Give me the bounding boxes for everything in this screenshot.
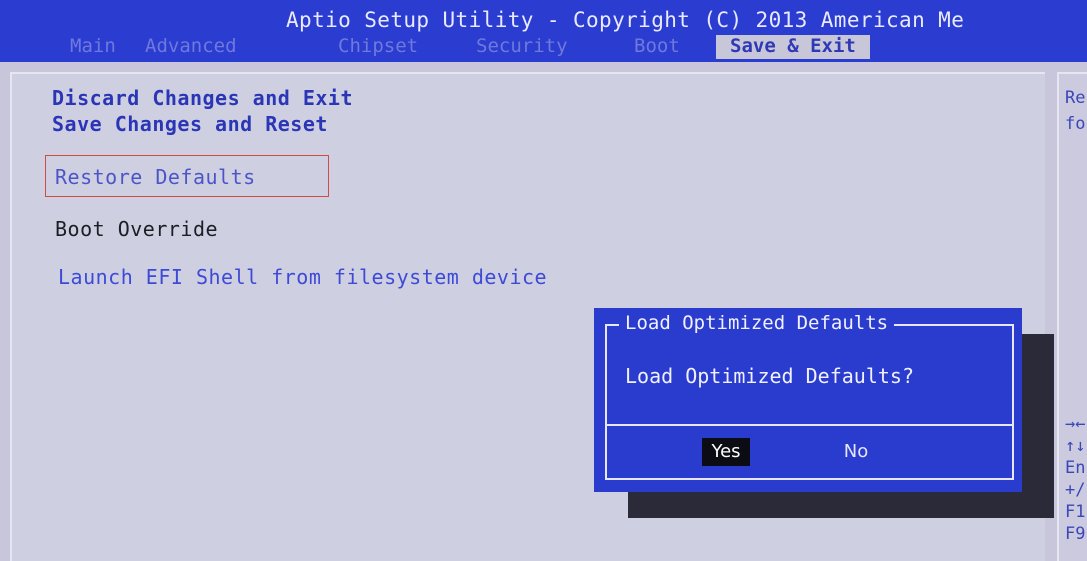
- help-line: F1: [1065, 502, 1086, 522]
- yes-button[interactable]: Yes: [702, 438, 750, 466]
- menu-item-discard-changes-exit[interactable]: Discard Changes and Exit: [52, 86, 353, 110]
- header-bar: Aptio Setup Utility - Copyright (C) 2013…: [0, 0, 1087, 62]
- dialog-border-left: [605, 324, 607, 479]
- dialog-border-right: [1012, 324, 1014, 479]
- tab-save-exit[interactable]: Save & Exit: [716, 35, 870, 59]
- tab-security[interactable]: Security: [476, 35, 568, 59]
- menu-item-restore-defaults[interactable]: Restore Defaults: [55, 165, 256, 189]
- tab-main[interactable]: Main: [70, 35, 116, 59]
- bios-screen: Aptio Setup Utility - Copyright (C) 2013…: [0, 0, 1087, 561]
- help-line: F9: [1065, 524, 1086, 544]
- help-line: ↑↓: [1065, 436, 1086, 456]
- tab-boot[interactable]: Boot: [634, 35, 680, 59]
- dialog-title: Load Optimized Defaults: [619, 312, 895, 334]
- menu-item-boot-override[interactable]: Boot Override: [55, 217, 218, 241]
- menu-item-launch-efi-shell[interactable]: Launch EFI Shell from filesystem device: [58, 265, 547, 289]
- help-line: →←: [1065, 414, 1086, 434]
- help-line: En: [1065, 458, 1086, 478]
- dialog-separator: [605, 424, 1014, 426]
- tab-chipset[interactable]: Chipset: [338, 35, 418, 59]
- tab-advanced[interactable]: Advanced: [145, 35, 237, 59]
- menu-item-save-changes-reset[interactable]: Save Changes and Reset: [52, 112, 328, 136]
- utility-title: Aptio Setup Utility - Copyright (C) 2013…: [286, 8, 965, 32]
- dialog-message: Load Optimized Defaults?: [625, 364, 914, 388]
- no-button[interactable]: No: [836, 438, 876, 466]
- help-line: Re: [1065, 88, 1086, 108]
- help-panel: Re fo →← ↑↓ En +/ F1 F9: [1057, 72, 1087, 561]
- confirm-dialog: [594, 308, 1022, 492]
- help-line: fo: [1065, 114, 1086, 134]
- help-line: +/: [1065, 480, 1086, 500]
- dialog-border-bottom: [605, 478, 1014, 480]
